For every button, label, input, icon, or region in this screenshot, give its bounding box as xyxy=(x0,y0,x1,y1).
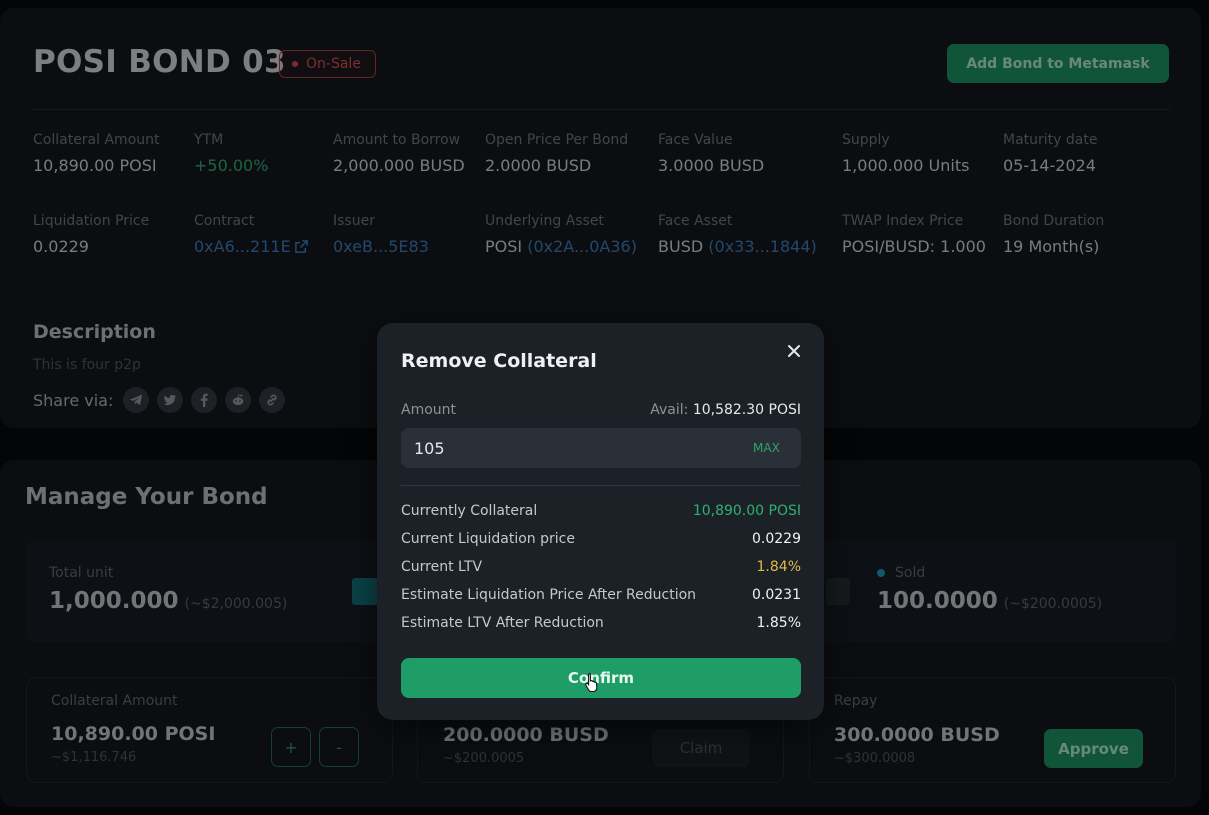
summary-value: 10,890.00 POSI xyxy=(692,503,801,519)
summary-value: 1.84% xyxy=(756,559,801,575)
close-icon[interactable] xyxy=(782,339,806,363)
summary-row: Estimate Liquidation Price After Reducti… xyxy=(401,587,801,603)
summary-row: Current LTV 1.84% xyxy=(401,559,801,575)
divider xyxy=(401,485,801,486)
hand-cursor-icon xyxy=(585,672,601,696)
summary-row: Currently Collateral 10,890.00 POSI xyxy=(401,503,801,519)
summary-row: Estimate LTV After Reduction 1.85% xyxy=(401,615,801,631)
modal-title: Remove Collateral xyxy=(401,350,597,372)
max-button[interactable]: MAX xyxy=(753,441,780,455)
confirm-button[interactable]: Confirm xyxy=(401,658,801,698)
summary-label: Estimate Liquidation Price After Reducti… xyxy=(401,587,697,603)
summary-label: Current Liquidation price xyxy=(401,531,575,547)
available-balance: Avail: 10,582.30 POSI xyxy=(650,402,801,418)
summary-label: Current LTV xyxy=(401,559,483,575)
summary-value: 0.0231 xyxy=(752,587,801,603)
amount-input[interactable] xyxy=(401,428,801,468)
summary-value: 1.85% xyxy=(756,615,801,631)
summary-row: Current Liquidation price 0.0229 xyxy=(401,531,801,547)
remove-collateral-modal: Remove Collateral Amount Avail: 10,582.3… xyxy=(377,323,824,720)
amount-label: Amount xyxy=(401,402,457,418)
summary-label: Currently Collateral xyxy=(401,503,538,519)
summary-value: 0.0229 xyxy=(752,531,801,547)
summary-label: Estimate LTV After Reduction xyxy=(401,615,604,631)
